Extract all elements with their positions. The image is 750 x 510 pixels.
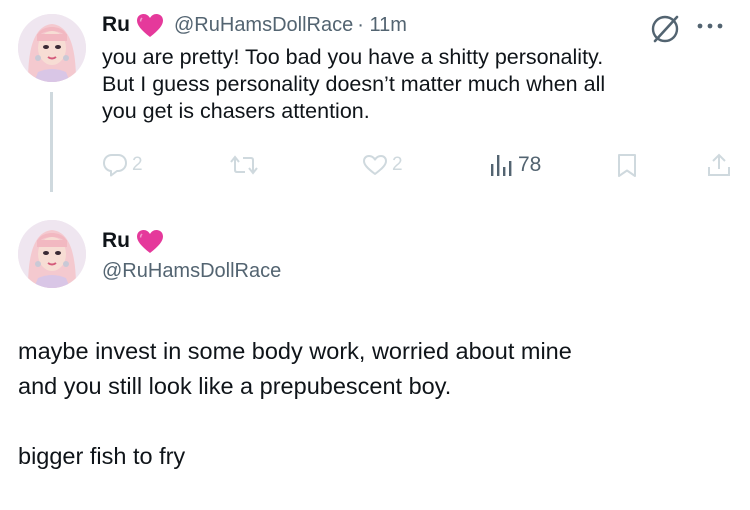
timestamp[interactable]: · 11m <box>357 14 407 37</box>
reply-tweet-header: Ru @RuHamsDollRace · 11m <box>102 10 407 40</box>
avatar[interactable] <box>18 220 86 288</box>
like-icon <box>363 155 387 175</box>
views-icon <box>491 155 512 176</box>
reply-count: 2 <box>132 154 143 175</box>
pink-heart-icon <box>136 13 164 38</box>
retweet-button[interactable] <box>230 154 262 176</box>
reply-icon <box>103 154 127 177</box>
tweet-text-line: maybe invest in some body work, worried … <box>18 338 572 364</box>
tweet-text-line: bigger fish to fry <box>18 443 186 469</box>
pink-heart-icon <box>136 229 164 254</box>
avatar-image <box>18 14 86 82</box>
views-count: 78 <box>518 153 542 176</box>
tweet-text-line: But I guess personality doesn’t matter m… <box>102 72 606 96</box>
tweet-text-line: and you still look like a prepubescent b… <box>18 373 452 399</box>
reply-button[interactable]: 2 <box>102 153 143 177</box>
bookmark-button[interactable] <box>616 153 638 179</box>
author-name[interactable]: Ru <box>102 229 130 253</box>
like-button[interactable]: 2 <box>362 154 403 176</box>
bookmark-icon <box>618 154 636 177</box>
tweet-text-line <box>18 404 738 439</box>
avatar[interactable] <box>18 14 86 82</box>
like-count: 2 <box>392 154 403 175</box>
reply-tweet-text: you are pretty! Too bad you have a shitt… <box>102 44 722 125</box>
more-options-icon[interactable] <box>694 14 726 38</box>
tweet-text-line: you are pretty! Too bad you have a shitt… <box>102 45 604 69</box>
tweet-action-bar: 2 2 78 <box>0 150 750 182</box>
main-tweet-text: maybe invest in some body work, worried … <box>18 334 738 474</box>
share-button[interactable] <box>706 152 732 178</box>
share-icon <box>708 153 730 176</box>
main-tweet-header: Ru @RuHamsDollRace <box>102 226 281 283</box>
retweet-icon <box>230 155 258 175</box>
author-handle[interactable]: @RuHamsDollRace <box>174 14 353 37</box>
author-handle[interactable]: @RuHamsDollRace <box>102 260 281 283</box>
author-name[interactable]: Ru <box>102 13 130 37</box>
tweet-text-line: you get is chasers attention. <box>102 99 370 123</box>
views-button[interactable]: 78 <box>490 152 541 178</box>
avatar-image <box>18 220 86 288</box>
grok-icon[interactable] <box>648 12 682 46</box>
